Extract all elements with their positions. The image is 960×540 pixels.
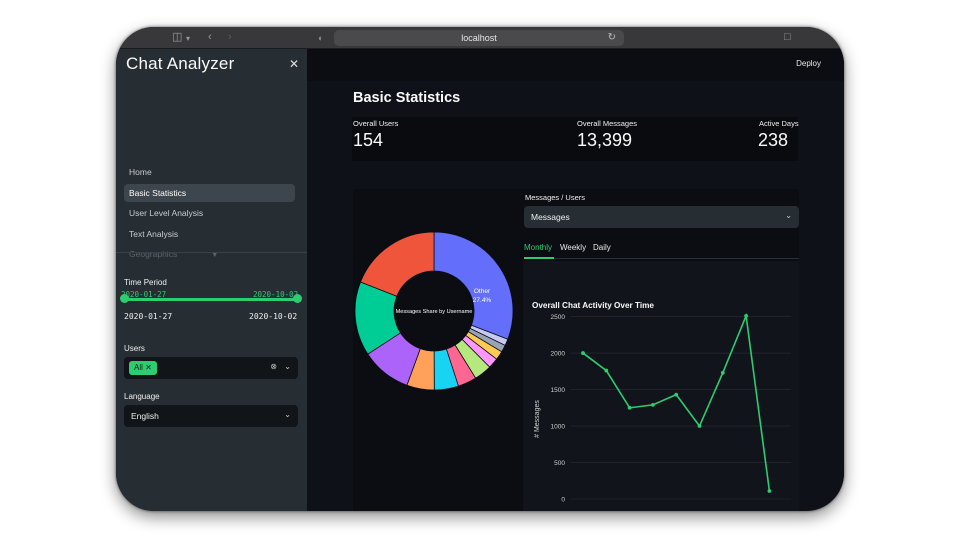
pie-slice-0 — [433, 231, 514, 340]
range-max-label: 2020-10-02 — [249, 312, 298, 321]
sidebar-toggle-icon[interactable]: ◫ — [172, 31, 182, 44]
pie-label-pct: 27.4% — [473, 297, 492, 304]
y-axis-label: # Messages — [534, 400, 541, 438]
slider-start-handle[interactable] — [120, 294, 129, 303]
app-frame: ◫ ▾ ‹ › ◐ localhost ↻ □ Chat Analyzer ✕ … — [116, 27, 844, 511]
time-period-slider[interactable] — [125, 298, 297, 301]
address-bar[interactable]: ◐ localhost ↻ — [318, 30, 624, 46]
nav-item-label: Geographics — [129, 249, 178, 260]
metric-value-messages: 13,399 — [577, 130, 633, 150]
close-icon[interactable]: ✕ — [289, 57, 299, 71]
series-line — [582, 312, 771, 492]
tab-monthly[interactable]: Monthly — [524, 243, 552, 252]
y-tick-label: 0 — [561, 497, 565, 504]
data-point-0 — [581, 351, 585, 355]
time-period-label: Time Period — [124, 278, 167, 287]
metric-value-active-days: 238 — [758, 130, 789, 150]
back-icon[interactable]: ‹ — [208, 31, 212, 44]
main-content: Deploy Basic Statistics Overall Users 15… — [307, 49, 844, 511]
nav-item-text-analysis[interactable]: Text Analysis — [124, 225, 295, 243]
data-point-6 — [720, 370, 725, 375]
users-multiselect[interactable]: All ✕ ⊗ ⌄ — [124, 357, 298, 379]
language-value: English — [131, 411, 159, 421]
divider — [116, 252, 307, 253]
metrics-row — [352, 117, 798, 161]
chevron-down-icon[interactable]: ⌄ — [284, 410, 291, 419]
shield-icon: ◐ — [318, 33, 324, 43]
y-tick-label: 500 — [554, 460, 565, 467]
sidebar-nav: Home Basic Statistics User Level Analysi… — [124, 163, 295, 266]
sidebar: Chat Analyzer ✕ Home Basic Statistics Us… — [116, 49, 307, 511]
nav-item-geographics[interactable]: Geographics ▼ — [124, 245, 295, 263]
tab-daily[interactable]: Daily — [593, 243, 611, 252]
data-point-1 — [604, 368, 609, 373]
y-tick-label: 2000 — [551, 351, 566, 358]
tab-divider — [524, 258, 799, 259]
forward-icon[interactable]: › — [228, 31, 232, 44]
url-text: localhost — [461, 33, 497, 43]
pie-center-title: Messages Share by Username — [396, 309, 473, 315]
y-tick-label: 1500 — [551, 387, 566, 394]
data-point-3 — [651, 402, 655, 407]
active-tab-indicator — [524, 257, 554, 259]
clear-icon[interactable]: ⊗ — [270, 362, 277, 371]
slider-end-handle[interactable] — [293, 294, 302, 303]
metric-label-active-days: Active Days — [759, 119, 799, 128]
metric-label-messages: Overall Messages — [577, 119, 638, 128]
data-point-8 — [767, 489, 772, 493]
nav-item-user-level-analysis[interactable]: User Level Analysis — [124, 204, 295, 222]
chart-title: Overall Chat Activity Over Time — [532, 301, 654, 310]
data-point-5 — [697, 424, 702, 428]
top-header: Deploy — [307, 49, 844, 81]
chevron-down-icon[interactable]: ▾ — [186, 32, 190, 45]
data-point-2 — [627, 405, 632, 410]
user-chip[interactable]: All ✕ — [129, 361, 157, 375]
pie-label-name: Other — [474, 288, 491, 295]
data-point-4 — [674, 392, 679, 397]
tab-weekly[interactable]: Weekly — [560, 243, 586, 252]
selector-label: Messages / Users — [525, 193, 586, 202]
range-min-label: 2020-01-27 — [124, 312, 173, 321]
chat-activity-line-chart: Overall Chat Activity Over Time 0 500 1000 1… — [532, 301, 791, 504]
page-title: Basic Statistics — [353, 90, 461, 106]
nav-item-basic-statistics[interactable]: Basic Statistics — [124, 183, 295, 202]
language-select[interactable]: English ⌄ — [124, 405, 298, 427]
chevron-down-icon[interactable]: ▼ — [211, 252, 218, 259]
data-point-7 — [744, 313, 748, 318]
metric-label-users: Overall Users — [353, 119, 399, 128]
messages-users-select[interactable]: Messages ⌄ — [524, 206, 799, 228]
share-icon[interactable]: □ — [784, 31, 791, 44]
pie-slice-11 — [360, 231, 435, 297]
browser-toolbar: ◫ ▾ ‹ › ◐ localhost ↻ □ — [116, 27, 844, 49]
chevron-down-icon[interactable]: ⌄ — [785, 211, 792, 220]
chip-label: All — [134, 363, 143, 372]
language-label: Language — [124, 392, 160, 401]
y-tick-label: 2500 — [551, 314, 566, 321]
reload-icon[interactable]: ↻ — [608, 30, 616, 46]
users-label: Users — [124, 344, 145, 353]
app-title: Chat Analyzer — [126, 54, 235, 73]
nav-item-home[interactable]: Home — [124, 163, 295, 181]
messages-share-donut: Other 27.4%Messages Share by Username — [354, 231, 514, 391]
chevron-down-icon[interactable]: ⌄ — [284, 362, 291, 371]
chip-remove-icon[interactable]: ✕ — [145, 363, 152, 372]
deploy-button[interactable]: Deploy — [796, 59, 821, 68]
metric-value-users: 154 — [353, 130, 384, 150]
y-tick-label: 1000 — [551, 424, 566, 431]
selector-value: Messages — [531, 212, 570, 222]
